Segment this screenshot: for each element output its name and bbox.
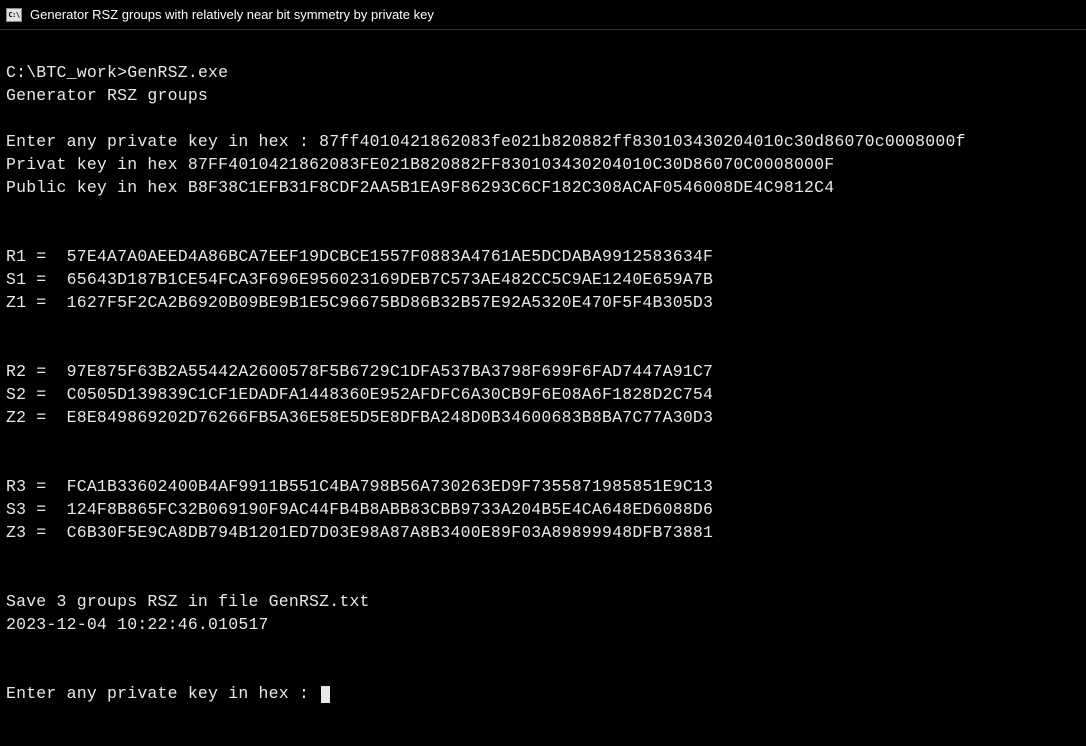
z1-value: 1627F5F2CA2B6920B09BE9B1E5C96675BD86B32B… (67, 293, 714, 312)
pub-key-value: B8F38C1EFB31F8CDF2AA5B1EA9F86293C6CF182C… (188, 178, 835, 197)
window-title: Generator RSZ groups with relatively nea… (30, 7, 434, 22)
save-line: Save 3 groups RSZ in file GenRSZ.txt (6, 592, 370, 611)
s2-label: S2 = (6, 385, 67, 404)
next-prompt-label: Enter any private key in hex : (6, 684, 319, 703)
pub-key-label: Public key in hex (6, 178, 188, 197)
timestamp: 2023-12-04 10:22:46.010517 (6, 615, 269, 634)
z3-label: Z3 = (6, 523, 67, 542)
command-text: GenRSZ.exe (127, 63, 228, 82)
s3-value: 124F8B865FC32B069190F9AC44FB4B8ABB83CBB9… (67, 500, 714, 519)
z1-label: Z1 = (6, 293, 67, 312)
terminal-output[interactable]: C:\BTC_work>GenRSZ.exe Generator RSZ gro… (0, 30, 1086, 713)
s2-value: C0505D139839C1CF1EDADFA1448360E952AFDFC6… (67, 385, 714, 404)
r1-value: 57E4A7A0AEED4A86BCA7EEF19DCBCE1557F0883A… (67, 247, 714, 266)
s1-label: S1 = (6, 270, 67, 289)
r2-value: 97E875F63B2A55442A2600578F5B6729C1DFA537… (67, 362, 714, 381)
header-line: Generator RSZ groups (6, 86, 208, 105)
priv-key-value: 87FF4010421862083FE021B820882FF830103430… (188, 155, 835, 174)
z3-value: C6B30F5E9CA8DB794B1201ED7D03E98A87A8B340… (67, 523, 714, 542)
r3-value: FCA1B33602400B4AF9911B551C4BA798B56A7302… (67, 477, 714, 496)
prompt-path: C:\BTC_work> (6, 63, 127, 82)
window-titlebar[interactable]: C:\ Generator RSZ groups with relatively… (0, 0, 1086, 30)
input-prompt-label: Enter any private key in hex : (6, 132, 319, 151)
app-icon: C:\ (6, 8, 22, 22)
r1-label: R1 = (6, 247, 67, 266)
z2-value: E8E849869202D76266FB5A36E58E5D5E8DFBA248… (67, 408, 714, 427)
priv-key-label: Privat key in hex (6, 155, 188, 174)
input-value: 87ff4010421862083fe021b820882ff830103430… (319, 132, 966, 151)
r2-label: R2 = (6, 362, 67, 381)
z2-label: Z2 = (6, 408, 67, 427)
s3-label: S3 = (6, 500, 67, 519)
cursor-icon (321, 686, 330, 703)
r3-label: R3 = (6, 477, 67, 496)
s1-value: 65643D187B1CE54FCA3F696E956023169DEB7C57… (67, 270, 714, 289)
